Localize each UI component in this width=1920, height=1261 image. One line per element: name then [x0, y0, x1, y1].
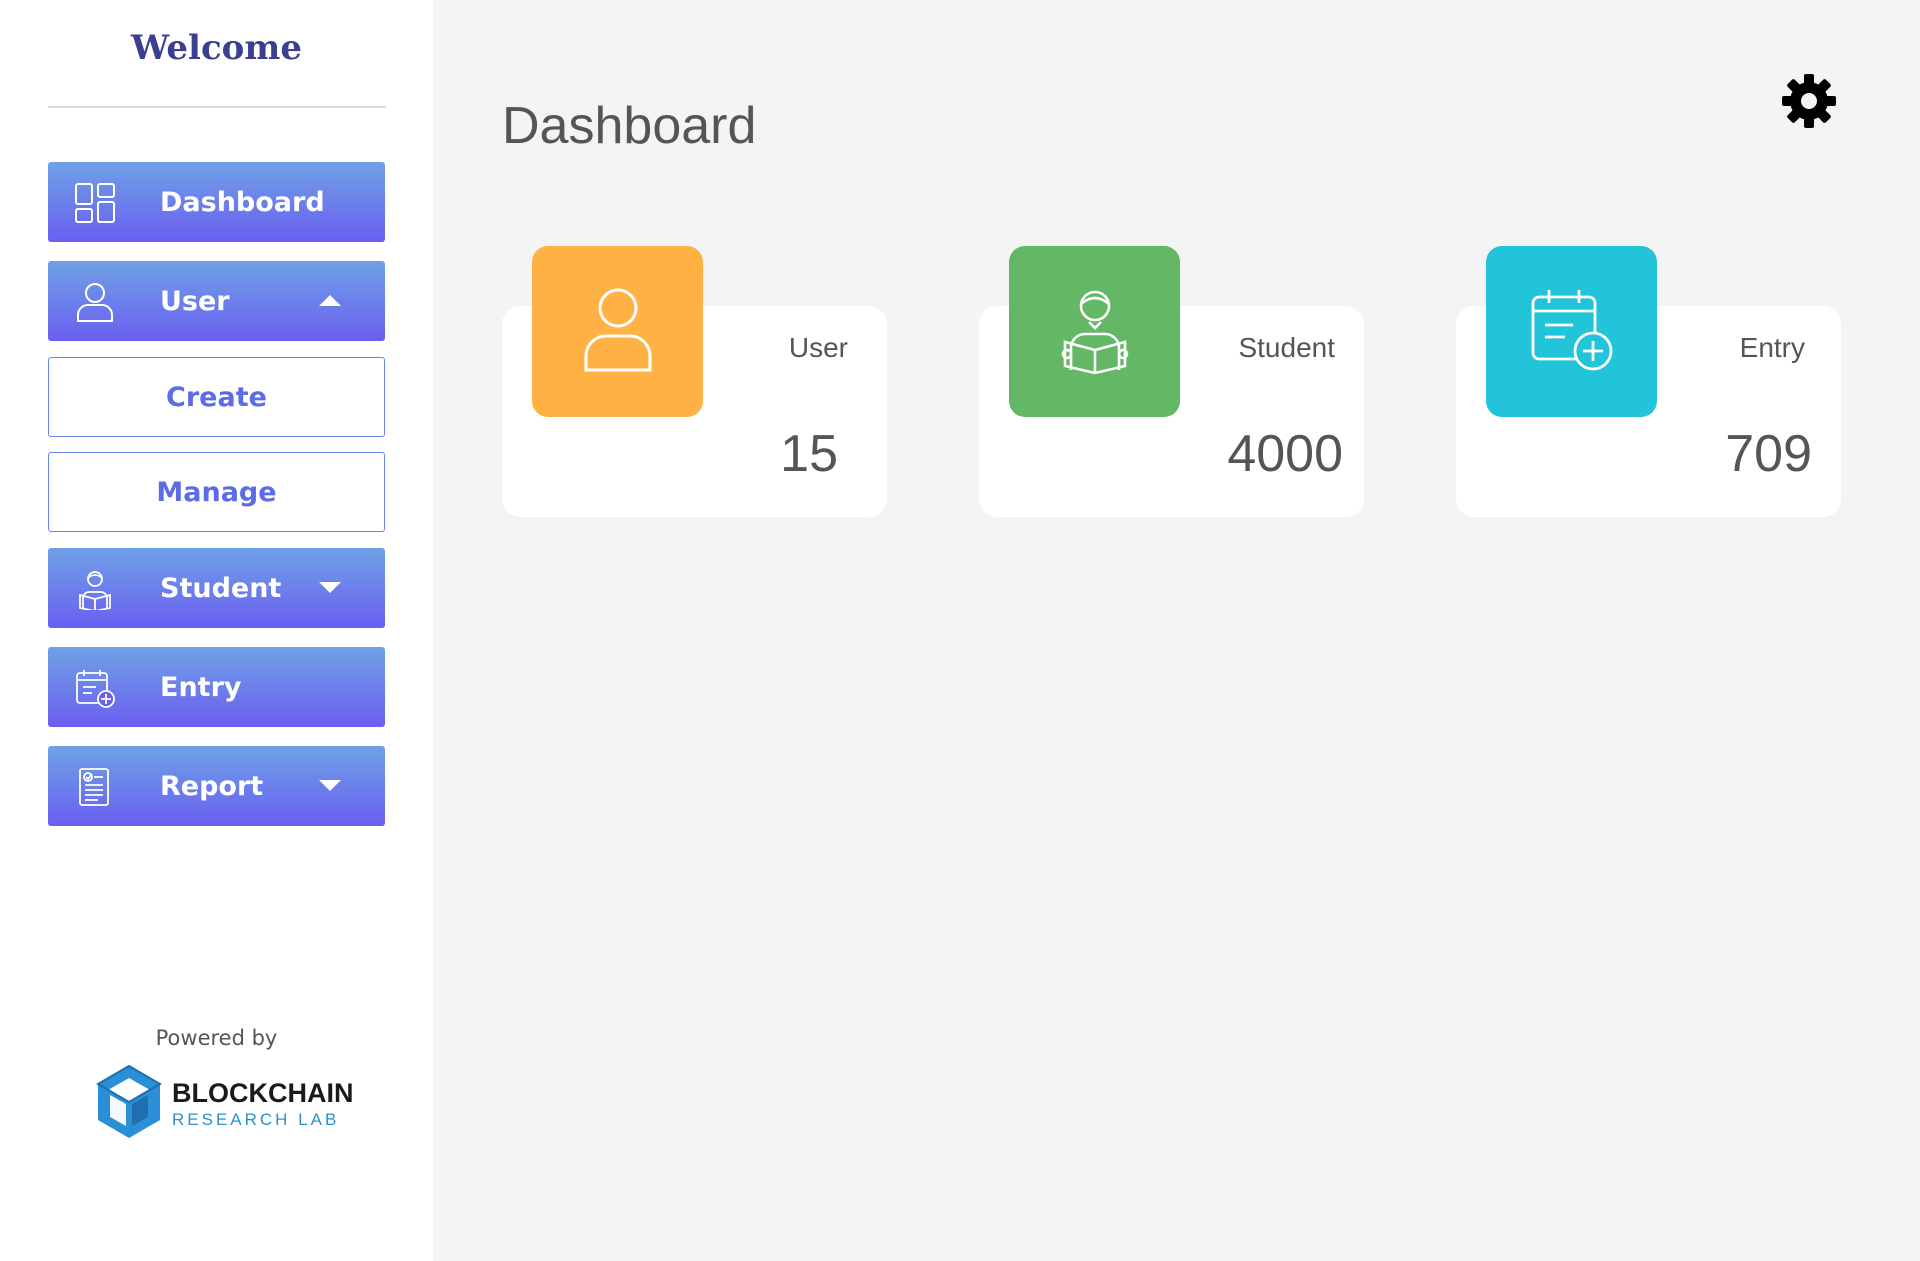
student-stat-tile: [1009, 246, 1180, 417]
logo-title: BLOCKCHAIN: [172, 1078, 354, 1108]
chevron-down-icon: [319, 780, 341, 791]
chevron-up-icon: [319, 295, 341, 306]
powered-by-label: Powered by: [155, 1026, 278, 1050]
chevron-down-icon: [319, 582, 341, 593]
gear-icon[interactable]: [1780, 72, 1838, 130]
sidebar-item-student[interactable]: Student: [48, 548, 385, 628]
user-icon: [74, 281, 116, 323]
cube-logo-icon: [96, 1064, 162, 1140]
sidebar-divider: [48, 106, 386, 108]
user-icon: [582, 286, 654, 378]
create-user-button[interactable]: Create: [48, 357, 385, 437]
dashboard-grid-icon: [74, 182, 116, 224]
sidebar-item-user[interactable]: User: [48, 261, 385, 341]
sidebar-item-dashboard[interactable]: Dashboard: [48, 162, 385, 242]
manage-users-button[interactable]: Manage: [48, 452, 385, 532]
sidebar-item-label: User: [160, 285, 230, 317]
sidebar-item-label: Dashboard: [160, 186, 325, 218]
report-document-icon: [74, 766, 116, 808]
logo-subtitle: RESEARCH LAB: [172, 1110, 340, 1129]
student-reading-icon: [1059, 286, 1131, 378]
student-reading-icon: [74, 568, 116, 612]
calendar-add-icon: [1527, 285, 1617, 379]
sidebar: Welcome Dashboard User Create Manage Stu…: [0, 0, 433, 1261]
stat-card-value: 4000: [1227, 425, 1343, 483]
blockchain-research-lab-logo: BLOCKCHAIN RESEARCH LAB: [96, 1064, 354, 1144]
calendar-add-icon: [74, 667, 116, 709]
stat-card-value: 15: [780, 425, 838, 483]
stat-card-value: 709: [1725, 425, 1812, 483]
sidebar-item-entry[interactable]: Entry: [48, 647, 385, 727]
sidebar-item-label: Report: [160, 770, 264, 802]
stat-card-label: Student: [1238, 332, 1335, 363]
stat-card-label: User: [788, 332, 848, 363]
sidebar-item-label: Entry: [160, 671, 242, 703]
entry-stat-tile: [1486, 246, 1657, 417]
sidebar-item-report[interactable]: Report: [48, 746, 385, 826]
page-title: Dashboard: [502, 97, 757, 155]
stat-card-label: Entry: [1739, 332, 1805, 363]
sidebar-item-label: Student: [160, 572, 282, 604]
user-stat-tile: [532, 246, 703, 417]
welcome-heading: Welcome: [131, 28, 302, 68]
